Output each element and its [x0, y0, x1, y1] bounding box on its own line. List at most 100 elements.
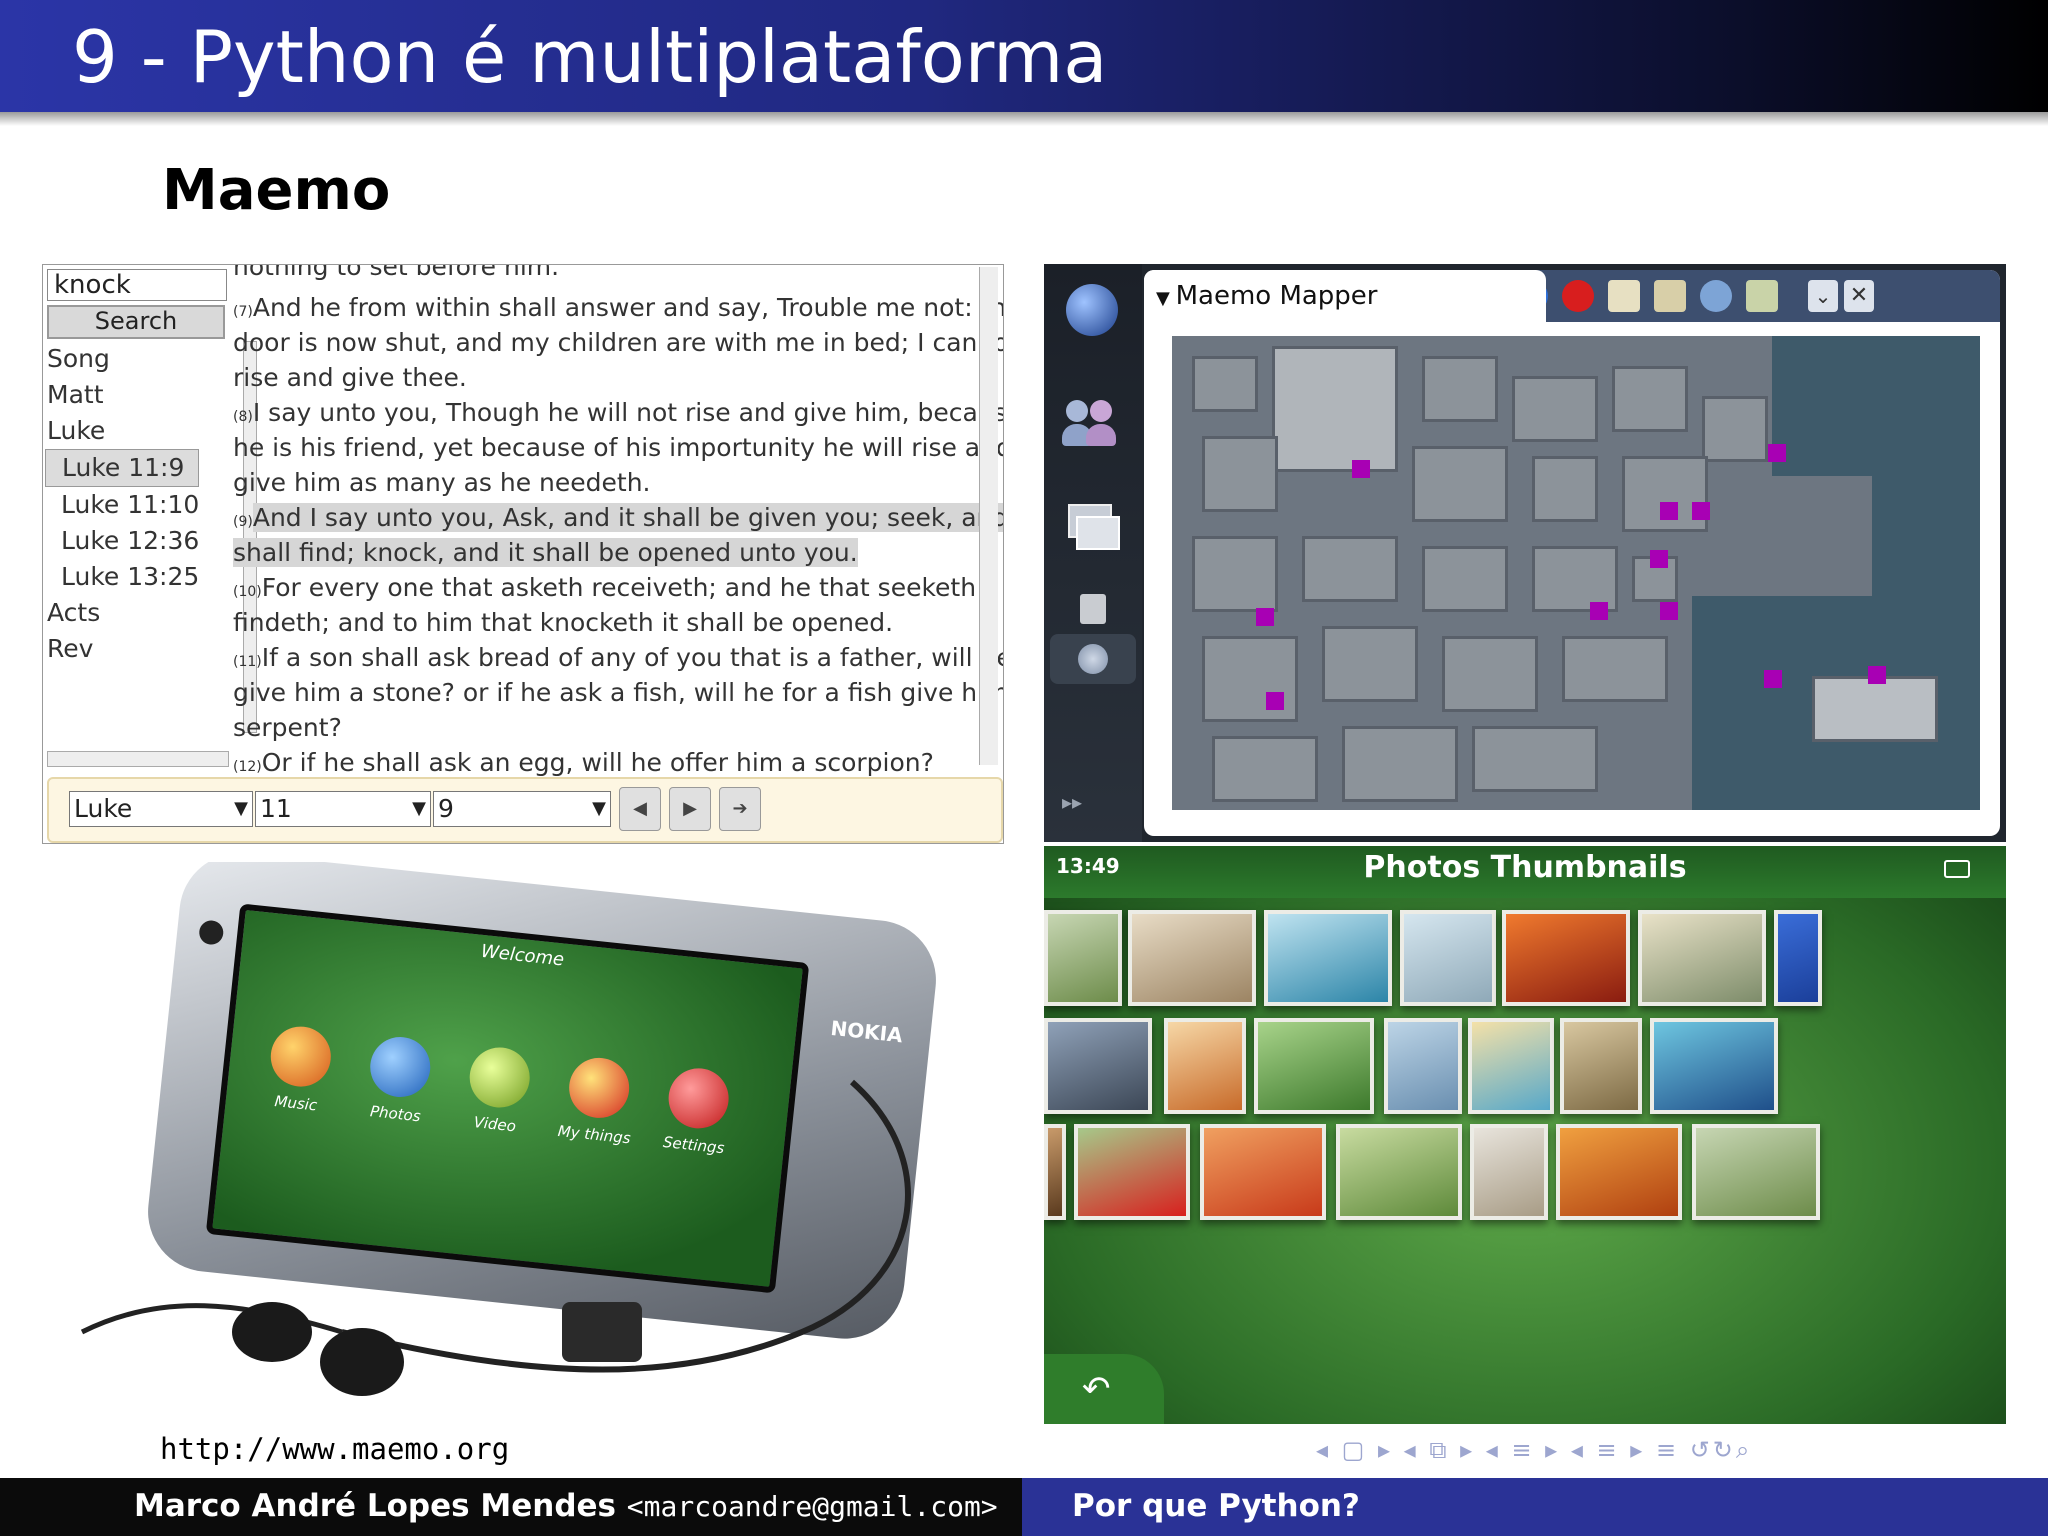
book-list-item[interactable]: Luke 11:10: [43, 487, 223, 523]
stop-icon[interactable]: [1562, 280, 1594, 312]
book-list-item[interactable]: Luke: [43, 413, 223, 449]
close-icon[interactable]: ✕: [1844, 280, 1874, 312]
map-poi-marker[interactable]: [1256, 608, 1274, 626]
headphones-cable: [80, 1079, 911, 1396]
verse-select[interactable]: 9 ▼: [433, 791, 611, 827]
photo-thumbnail[interactable]: [1074, 1124, 1190, 1220]
map-poi-marker[interactable]: [1660, 502, 1678, 520]
chevron-down-icon: ▼: [234, 798, 248, 819]
storage-icon[interactable]: [1080, 594, 1106, 624]
map-view[interactable]: [1172, 336, 1980, 810]
clock: 13:49: [1056, 854, 1120, 878]
footer-author-box: Marco André Lopes Mendes <marcoandre@gma…: [0, 1478, 1022, 1536]
chevron-down-icon: ▼: [592, 798, 606, 819]
verse-line: nothing to set before him.: [233, 264, 560, 284]
photo-thumbnail[interactable]: [1264, 910, 1392, 1006]
verse-text-line: And I say unto you, Ask, and it shall be…: [252, 503, 1003, 532]
web-button[interactable]: [1050, 634, 1136, 684]
photo-thumbnail[interactable]: [1692, 1124, 1820, 1220]
book-select[interactable]: Luke ▼: [69, 791, 253, 827]
back-arrow-icon: ↶: [1082, 1369, 1111, 1409]
chapter-select[interactable]: 11 ▼: [255, 791, 431, 827]
photo-thumbnail[interactable]: [1384, 1018, 1462, 1114]
verse-number: (7): [233, 304, 253, 320]
verse-text-line: And he from within shall answer and say,…: [252, 293, 1004, 322]
web-icon: [1078, 644, 1108, 674]
map-poi-marker[interactable]: [1352, 460, 1370, 478]
title-shadow: [0, 112, 2048, 126]
back-button[interactable]: ↶: [1044, 1354, 1164, 1424]
verse-text-line: For every one that asketh receiveth; and…: [261, 573, 977, 602]
source-url[interactable]: http://www.maemo.org: [160, 1432, 509, 1466]
book-list-item[interactable]: Song: [43, 341, 223, 377]
photo-thumbnail[interactable]: [1502, 910, 1630, 1006]
photo-thumbnail[interactable]: [1638, 910, 1766, 1006]
book-list-item[interactable]: Luke 11:9: [45, 449, 199, 487]
map-poi-marker[interactable]: [1764, 670, 1782, 688]
book-list-item[interactable]: Luke 12:36: [43, 523, 223, 559]
footer-title-box: Por que Python?: [1022, 1478, 2048, 1536]
next-button[interactable]: ▶: [669, 787, 711, 831]
map-poi-marker[interactable]: [1868, 666, 1886, 684]
beamer-navigation[interactable]: ◂ ▢ ▸ ◂ ⧉ ▸ ◂ ≡ ▸ ◂ ≡ ▸ ≡ ↺↻⌕: [1316, 1436, 1752, 1464]
photo-thumbnail[interactable]: [1400, 910, 1496, 1006]
fast-forward-icon[interactable]: ▸▸: [1062, 790, 1122, 818]
book-list-item[interactable]: Acts: [43, 595, 223, 631]
map-poi-marker[interactable]: [1692, 502, 1710, 520]
battery-icon[interactable]: [1746, 280, 1778, 312]
photo-thumbnail[interactable]: [1200, 1124, 1326, 1220]
photo-thumbnail[interactable]: [1044, 1018, 1152, 1114]
switch-view-icon[interactable]: [1944, 860, 1970, 878]
search-input[interactable]: knock: [47, 269, 227, 301]
photo-thumbnail[interactable]: [1044, 1124, 1066, 1220]
photo-thumbnail[interactable]: [1774, 910, 1822, 1006]
verse-line: rise and give thee.: [233, 360, 467, 395]
windows-icon[interactable]: [1062, 500, 1122, 556]
contacts-icon[interactable]: [1062, 394, 1122, 450]
map-poi-marker[interactable]: [1660, 602, 1678, 620]
footer-author: Marco André Lopes Mendes <marcoandre@gma…: [134, 1488, 998, 1524]
verse-line: findeth; and to him that knocketh it sha…: [233, 605, 893, 640]
photo-thumbnail[interactable]: [1468, 1018, 1554, 1114]
photo-thumbnail[interactable]: [1556, 1124, 1682, 1220]
previous-button[interactable]: ◀: [619, 787, 661, 831]
gps-icon[interactable]: [1700, 280, 1732, 312]
map-poi-marker[interactable]: [1590, 602, 1608, 620]
book-list-item[interactable]: Luke 13:25: [43, 559, 223, 595]
globe-icon[interactable]: [1066, 284, 1118, 336]
minimize-icon[interactable]: ⌄: [1808, 280, 1838, 312]
map-poi-marker[interactable]: [1266, 692, 1284, 710]
verse-text-line: findeth; and to him that knocketh it sha…: [233, 608, 894, 637]
photo-thumbnail[interactable]: [1470, 1124, 1548, 1220]
verse-text-line: nothing to set before him.: [233, 264, 560, 281]
route-icon[interactable]: [1654, 280, 1686, 312]
verse-line: (11)If a son shall ask bread of any of y…: [233, 640, 1003, 680]
photos-title: Photos Thumbnails: [1363, 850, 1687, 885]
photo-thumbnail[interactable]: [1650, 1018, 1778, 1114]
verse-scrollbar[interactable]: [979, 267, 998, 765]
map-poi-marker[interactable]: [1650, 550, 1668, 568]
photos-thumbnails-screenshot: Photos Thumbnails 13:49 ↶: [1044, 846, 2006, 1424]
poi-icon[interactable]: [1608, 280, 1640, 312]
next-icon: ▶: [683, 798, 697, 819]
book-list-item[interactable]: Matt: [43, 377, 223, 413]
nokia-device-photo: NOKIA Welcome Music Photos Video My thin…: [42, 862, 982, 1432]
photo-thumbnail[interactable]: [1254, 1018, 1374, 1114]
book-list-hscrollbar[interactable]: [47, 751, 229, 767]
photo-thumbnail[interactable]: [1336, 1124, 1462, 1220]
verse-text-line: door is now shut, and my children are wi…: [233, 328, 1004, 357]
book-list-item[interactable]: Rev: [43, 631, 223, 667]
slide-title: 9 - Python é multiplataforma: [72, 15, 1108, 99]
mapper-title-tab[interactable]: ▼ Maemo Mapper: [1144, 270, 1546, 322]
chevron-down-icon: ▼: [412, 798, 426, 819]
photo-thumbnail[interactable]: [1560, 1018, 1642, 1114]
go-button[interactable]: ➔: [719, 787, 761, 831]
photo-thumbnail[interactable]: [1044, 910, 1122, 1006]
verse-line: give him a stone? or if he ask a fish, w…: [233, 675, 1004, 710]
verse-number: (10): [233, 584, 262, 600]
verse-text-line: give him a stone? or if he ask a fish, w…: [233, 678, 1004, 707]
photo-thumbnail[interactable]: [1128, 910, 1256, 1006]
photo-thumbnail[interactable]: [1164, 1018, 1246, 1114]
search-button[interactable]: Search: [47, 305, 225, 339]
map-poi-marker[interactable]: [1768, 444, 1786, 462]
